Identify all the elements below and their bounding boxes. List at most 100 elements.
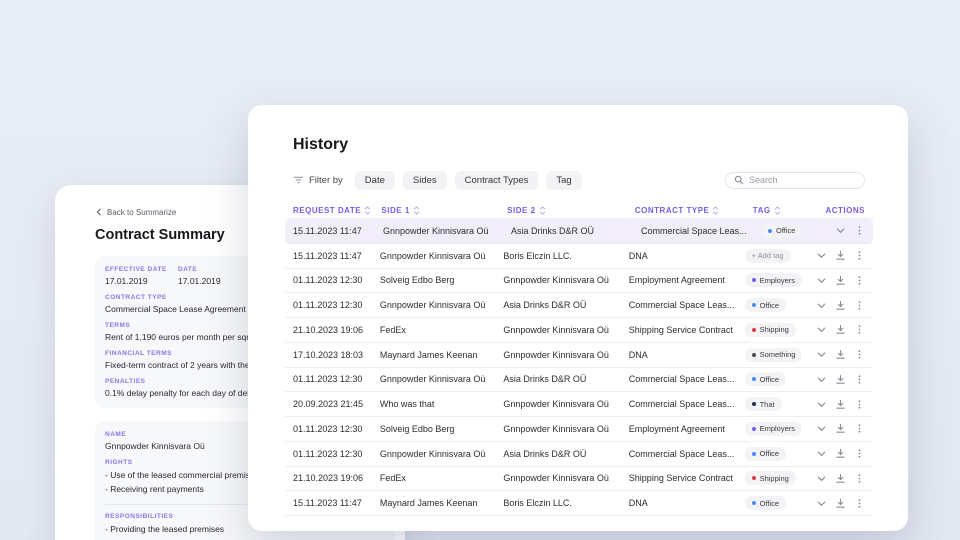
request-date-cell: 21.10.2023 19:06: [293, 324, 364, 335]
chevron-down-icon[interactable]: [816, 324, 827, 335]
table-row[interactable]: 01.11.2023 12:30 Gnnpowder Kinnisvara Oü A…: [285, 368, 873, 393]
side2-cell: Asia Drinks D&R OÜ: [503, 448, 587, 459]
kebab-icon[interactable]: [854, 374, 865, 385]
tag-pill[interactable]: Employers: [744, 421, 803, 436]
download-icon[interactable]: [835, 250, 846, 261]
download-icon[interactable]: [835, 324, 846, 335]
tag-pill[interactable]: Office: [744, 298, 787, 313]
kebab-icon[interactable]: [854, 399, 865, 410]
tag-pill[interactable]: Office: [744, 372, 787, 387]
chevron-down-icon[interactable]: [816, 250, 827, 261]
download-icon[interactable]: [835, 473, 846, 484]
download-icon[interactable]: [835, 423, 846, 434]
chevron-down-icon[interactable]: [816, 275, 827, 286]
kebab-icon[interactable]: [854, 349, 865, 360]
tag-pill[interactable]: Shipping: [744, 471, 796, 486]
chevron-down-icon[interactable]: [816, 374, 827, 385]
download-icon[interactable]: [835, 374, 846, 385]
actions-cell: [816, 250, 865, 261]
chevron-down-icon[interactable]: [816, 448, 827, 459]
filter-chip-date[interactable]: Date: [354, 170, 395, 190]
chevron-down-icon[interactable]: [816, 349, 827, 360]
filter-by-button[interactable]: Filter by: [293, 175, 343, 186]
search-input[interactable]: [749, 175, 856, 185]
kebab-icon[interactable]: [854, 448, 865, 459]
contract-type-cell: Shipping Service Contract: [628, 324, 733, 335]
tag-dot: [751, 352, 756, 357]
tag-dot: [751, 501, 756, 506]
kebab-icon[interactable]: [854, 250, 865, 261]
sort-icon[interactable]: [364, 206, 371, 215]
chevron-down-icon[interactable]: [816, 300, 827, 311]
filter-chip-sides[interactable]: Sides: [402, 170, 447, 190]
chevron-down-icon[interactable]: [816, 423, 827, 434]
tag-label: That: [759, 399, 775, 409]
kebab-icon[interactable]: [854, 300, 865, 311]
column-header-contract-type[interactable]: CONTRACT TYPE: [635, 206, 753, 215]
filter-toolbar: Filter by Date Sides Contract Types Tag: [293, 170, 865, 190]
table-row[interactable]: 01.11.2023 12:30 Gnnpowder Kinnisvara Oü A…: [285, 442, 873, 467]
tag-pill[interactable]: Office: [761, 223, 803, 238]
table-row[interactable]: 20.09.2023 21:45 Who was that Gnnpowder Ki…: [285, 392, 873, 417]
tag-pill[interactable]: Employers: [744, 273, 803, 288]
side2-cell: Boris Elczin LLC.: [503, 498, 572, 509]
chevron-down-icon[interactable]: [835, 225, 846, 236]
kebab-icon[interactable]: [854, 498, 865, 509]
contract-type-cell: Commercial Space Leas...: [628, 448, 735, 459]
actions-cell: [816, 448, 865, 459]
column-header-side-1[interactable]: SIDE 1: [381, 206, 507, 215]
table-row[interactable]: 21.10.2023 19:06 FedEx Gnnpowder Kinnisvar…: [285, 318, 873, 343]
back-to-summarize-link[interactable]: Back to Summarize: [95, 208, 176, 217]
tag-pill[interactable]: Office: [744, 496, 787, 511]
search-box[interactable]: [725, 171, 865, 189]
chevron-down-icon[interactable]: [816, 399, 827, 410]
download-icon[interactable]: [835, 498, 846, 509]
kebab-icon[interactable]: [854, 225, 865, 236]
side1-cell: Maynard James Keenan: [379, 498, 478, 509]
side2-cell: Asia Drinks D&R OÜ: [503, 300, 587, 311]
add-tag-button[interactable]: + Add tag: [744, 248, 791, 263]
download-icon[interactable]: [835, 349, 846, 360]
chevron-down-icon[interactable]: [816, 498, 827, 509]
table-row[interactable]: 17.10.2023 18:03 Maynard James Keenan Gnnp…: [285, 343, 873, 368]
column-header-side-2[interactable]: SIDE 2: [507, 206, 635, 215]
sort-icon[interactable]: [712, 206, 719, 215]
table-row[interactable]: 15.11.2023 11:47 Gnnpowder Kinnisvara Oü A…: [285, 219, 873, 244]
field-value: 17.01.2019: [178, 276, 221, 286]
kebab-icon[interactable]: [854, 275, 865, 286]
kebab-icon[interactable]: [854, 423, 865, 434]
side1-cell: Who was that: [379, 399, 435, 410]
tag-pill[interactable]: Shipping: [744, 322, 796, 337]
kebab-icon[interactable]: [854, 473, 865, 484]
sort-icon[interactable]: [774, 206, 781, 215]
responsibility-item: - Provision of additional services (heat…: [105, 537, 385, 540]
kebab-icon[interactable]: [854, 324, 865, 335]
table-row[interactable]: 15.11.2023 11:47 Maynard James Keenan Bori…: [285, 491, 873, 516]
download-icon[interactable]: [835, 275, 846, 286]
table-row[interactable]: 01.11.2023 12:30 Solveig Edbo Berg Gnnpowd…: [285, 269, 873, 294]
tag-pill[interactable]: Office: [744, 446, 787, 461]
download-icon[interactable]: [835, 448, 846, 459]
filter-chip-tag[interactable]: Tag: [546, 170, 582, 190]
side1-cell: FedEx: [379, 473, 406, 484]
request-date-cell: 01.11.2023 12:30: [293, 374, 363, 385]
request-date-cell: 15.11.2023 11:47: [293, 250, 362, 261]
actions-cell: [816, 374, 865, 385]
sort-icon[interactable]: [413, 206, 420, 215]
tag-pill[interactable]: That: [744, 397, 782, 412]
sort-icon[interactable]: [539, 206, 546, 215]
table-row[interactable]: 21.10.2023 19:06 FedEx Gnnpowder Kinnisvar…: [285, 467, 873, 492]
download-icon[interactable]: [835, 399, 846, 410]
table-row[interactable]: 01.11.2023 12:30 Gnnpowder Kinnisvara Oü A…: [285, 293, 873, 318]
download-icon[interactable]: [835, 300, 846, 311]
tag-dot: [751, 327, 756, 332]
tag-pill[interactable]: Something: [744, 347, 803, 362]
request-date-cell: 01.11.2023 12:30: [293, 275, 363, 286]
filter-chip-contract-types[interactable]: Contract Types: [454, 170, 539, 190]
column-header-request-date[interactable]: REQUEST DATE: [293, 206, 381, 215]
chevron-down-icon[interactable]: [816, 473, 827, 484]
tag-cell: Office: [761, 223, 835, 238]
table-row[interactable]: 01.11.2023 12:30 Solveig Edbo Berg Gnnpowd…: [285, 417, 873, 442]
table-row[interactable]: 15.11.2023 11:47 Gnnpowder Kinnisvara Oü B…: [285, 244, 873, 269]
column-header-tag[interactable]: TAG: [753, 206, 826, 215]
